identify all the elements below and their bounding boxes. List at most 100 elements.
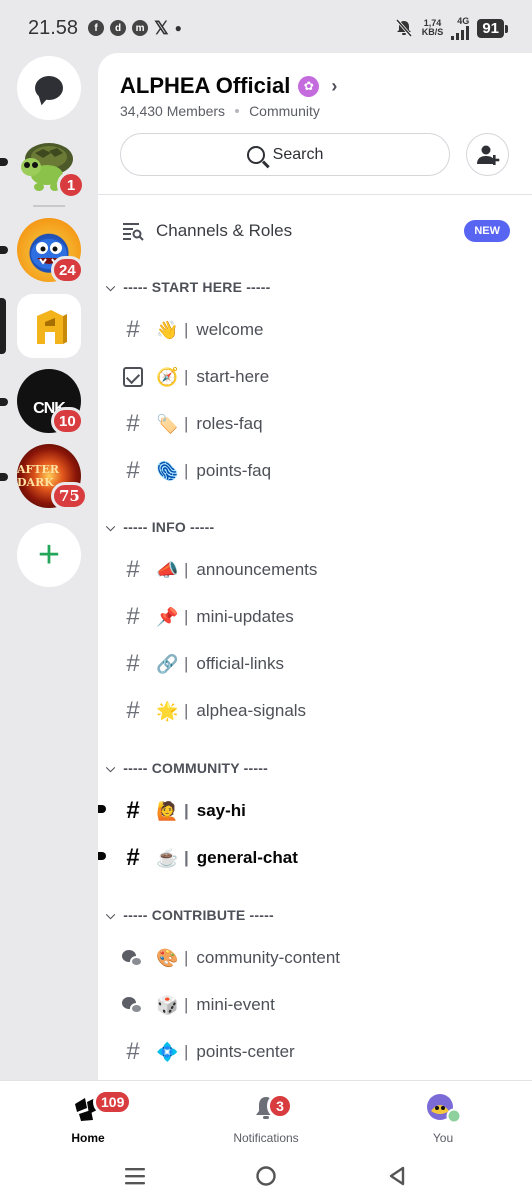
hash-icon: #: [126, 316, 140, 343]
separator: |: [184, 414, 189, 433]
nav-notifications[interactable]: 3 Notifications: [206, 1091, 326, 1145]
channel-roles-faq[interactable]: # 🏷️ | roles-faq: [98, 406, 532, 442]
palette-emoji: 🎨: [156, 947, 179, 968]
server-badge: 75: [51, 482, 88, 510]
bell-icon: 3: [253, 1091, 293, 1125]
direct-messages-button[interactable]: [17, 56, 81, 120]
home-icon: 109: [73, 1089, 133, 1125]
invite-button[interactable]: [466, 133, 509, 176]
home-label: Home: [71, 1131, 105, 1145]
separator: |: [184, 367, 189, 386]
separator: |: [184, 560, 189, 579]
status-bar: 21.58 f d m 𝕏 ● 1,74 KB/S 4G 91: [0, 0, 532, 56]
rail-divider: [33, 205, 65, 207]
unread-pill: [0, 473, 8, 481]
search-button[interactable]: Search: [120, 133, 450, 176]
waving-hand-emoji: 👋: [156, 319, 179, 340]
chevron-down-icon: ⌵: [106, 519, 116, 534]
server-after-dark[interactable]: AFTER DARK 75: [17, 444, 88, 510]
nav-you[interactable]: You: [383, 1091, 503, 1145]
mute-icon: [395, 19, 412, 37]
server-type: Community: [249, 103, 320, 119]
channel-official-links[interactable]: # 🔗 | official-links: [98, 646, 532, 682]
channel-name: say-hi: [196, 801, 246, 820]
channel-name: general-chat: [196, 848, 298, 867]
channel-name: announcements: [196, 560, 318, 579]
server-blue-monster[interactable]: 24: [17, 218, 84, 284]
meta-separator: [235, 109, 240, 113]
server-badge: 1: [57, 171, 85, 199]
server-alphea[interactable]: [17, 294, 81, 358]
add-server-button[interactable]: +: [17, 523, 81, 587]
server-title: ALPHEA Official: [120, 73, 291, 98]
separator: |: [184, 948, 189, 967]
recent-apps-button[interactable]: [115, 1156, 155, 1196]
channel-alphea-signals[interactable]: # 🌟 | alphea-signals: [98, 693, 532, 729]
x-app-icon: 𝕏: [154, 17, 169, 38]
server-header: ALPHEA Official ✿ › 34,430 Members Commu…: [98, 53, 532, 195]
category-label: ----- CONTRIBUTE -----: [123, 907, 274, 923]
server-cnk[interactable]: CNK 10: [17, 369, 84, 435]
channel-mini-event[interactable]: 🎲 | mini-event: [98, 987, 532, 1023]
hash-icon: #: [126, 410, 140, 437]
channel-welcome[interactable]: # 👋 | welcome: [98, 312, 532, 348]
server-badge: 24: [51, 256, 84, 284]
server-channel-panel: ALPHEA Official ✿ › 34,430 Members Commu…: [98, 53, 532, 1080]
channel-general-chat[interactable]: # ☕ | general-chat: [98, 840, 532, 876]
plus-icon: +: [37, 533, 61, 576]
server-turtle[interactable]: 1: [17, 131, 85, 199]
category-start-here[interactable]: ⌵ ----- START HERE -----: [98, 275, 271, 299]
new-badge: NEW: [464, 220, 510, 242]
category-contribute[interactable]: ⌵ ----- CONTRIBUTE -----: [98, 903, 274, 927]
notifications-label: Notifications: [233, 1131, 299, 1145]
rules-checkbox-icon: [123, 367, 143, 387]
category-info[interactable]: ⌵ ----- INFO -----: [98, 515, 214, 539]
home-system-button[interactable]: [246, 1156, 286, 1196]
home-badge: 109: [93, 1089, 133, 1115]
channel-start-here[interactable]: 🧭 | start-here: [98, 359, 532, 395]
unread-pill: [0, 246, 8, 254]
more-notifications-icon: ●: [174, 21, 182, 35]
channels-roles-button[interactable]: Channels & Roles NEW: [98, 215, 532, 247]
category-label: ----- START HERE -----: [123, 279, 271, 295]
hash-icon: #: [126, 457, 140, 484]
back-button[interactable]: [377, 1156, 417, 1196]
messenger-icon: m: [132, 20, 149, 36]
channel-name: start-here: [196, 367, 270, 386]
coffee-emoji: ☕: [156, 847, 179, 868]
chevron-down-icon: ⌵: [106, 760, 116, 775]
star-emoji: 🌟: [156, 700, 179, 721]
member-count: 34,430 Members: [120, 103, 226, 119]
channel-points-center[interactable]: # 💠 | points-center: [98, 1034, 532, 1070]
category-community[interactable]: ⌵ ----- COMMUNITY -----: [98, 756, 268, 780]
you-label: You: [432, 1131, 454, 1145]
community-badge-icon: ✿: [298, 75, 320, 97]
discord-icon: d: [110, 20, 127, 36]
compass-emoji: 🧭: [156, 366, 179, 387]
separator: |: [184, 801, 189, 820]
channel-name: alphea-signals: [196, 701, 307, 720]
channel-name: official-links: [196, 654, 284, 673]
fingerprint-emoji: 🫆: [156, 460, 179, 481]
separator: |: [184, 654, 189, 673]
hash-icon: #: [126, 556, 140, 583]
hash-icon: #: [126, 650, 140, 677]
nav-home[interactable]: 109 Home: [28, 1089, 148, 1145]
hash-icon: #: [126, 797, 140, 824]
channel-mini-updates[interactable]: # 📌 | mini-updates: [98, 599, 532, 635]
raising-hand-emoji: 🙋: [156, 800, 179, 821]
channel-community-content[interactable]: 🎨 | community-content: [98, 940, 532, 976]
channel-say-hi[interactable]: # 🙋 | say-hi: [98, 793, 532, 829]
server-rail: 1 24 CNK 10 AFTER DARK 75 +: [0, 56, 98, 1080]
alphea-logo-icon: [37, 310, 67, 344]
chevron-down-icon: ⌵: [106, 907, 116, 922]
back-triangle-icon: [389, 1166, 404, 1186]
channel-announcements[interactable]: # 📣 | announcements: [98, 552, 532, 588]
label-tag-emoji: 🏷️: [156, 413, 179, 434]
signal-bars-icon: [451, 26, 470, 40]
server-badge: 10: [51, 407, 84, 435]
channel-points-faq[interactable]: # 🫆 | points-faq: [98, 453, 532, 489]
search-icon: [246, 145, 265, 164]
server-title-row[interactable]: ALPHEA Official ✿ ›: [120, 73, 510, 99]
separator: |: [184, 461, 189, 480]
